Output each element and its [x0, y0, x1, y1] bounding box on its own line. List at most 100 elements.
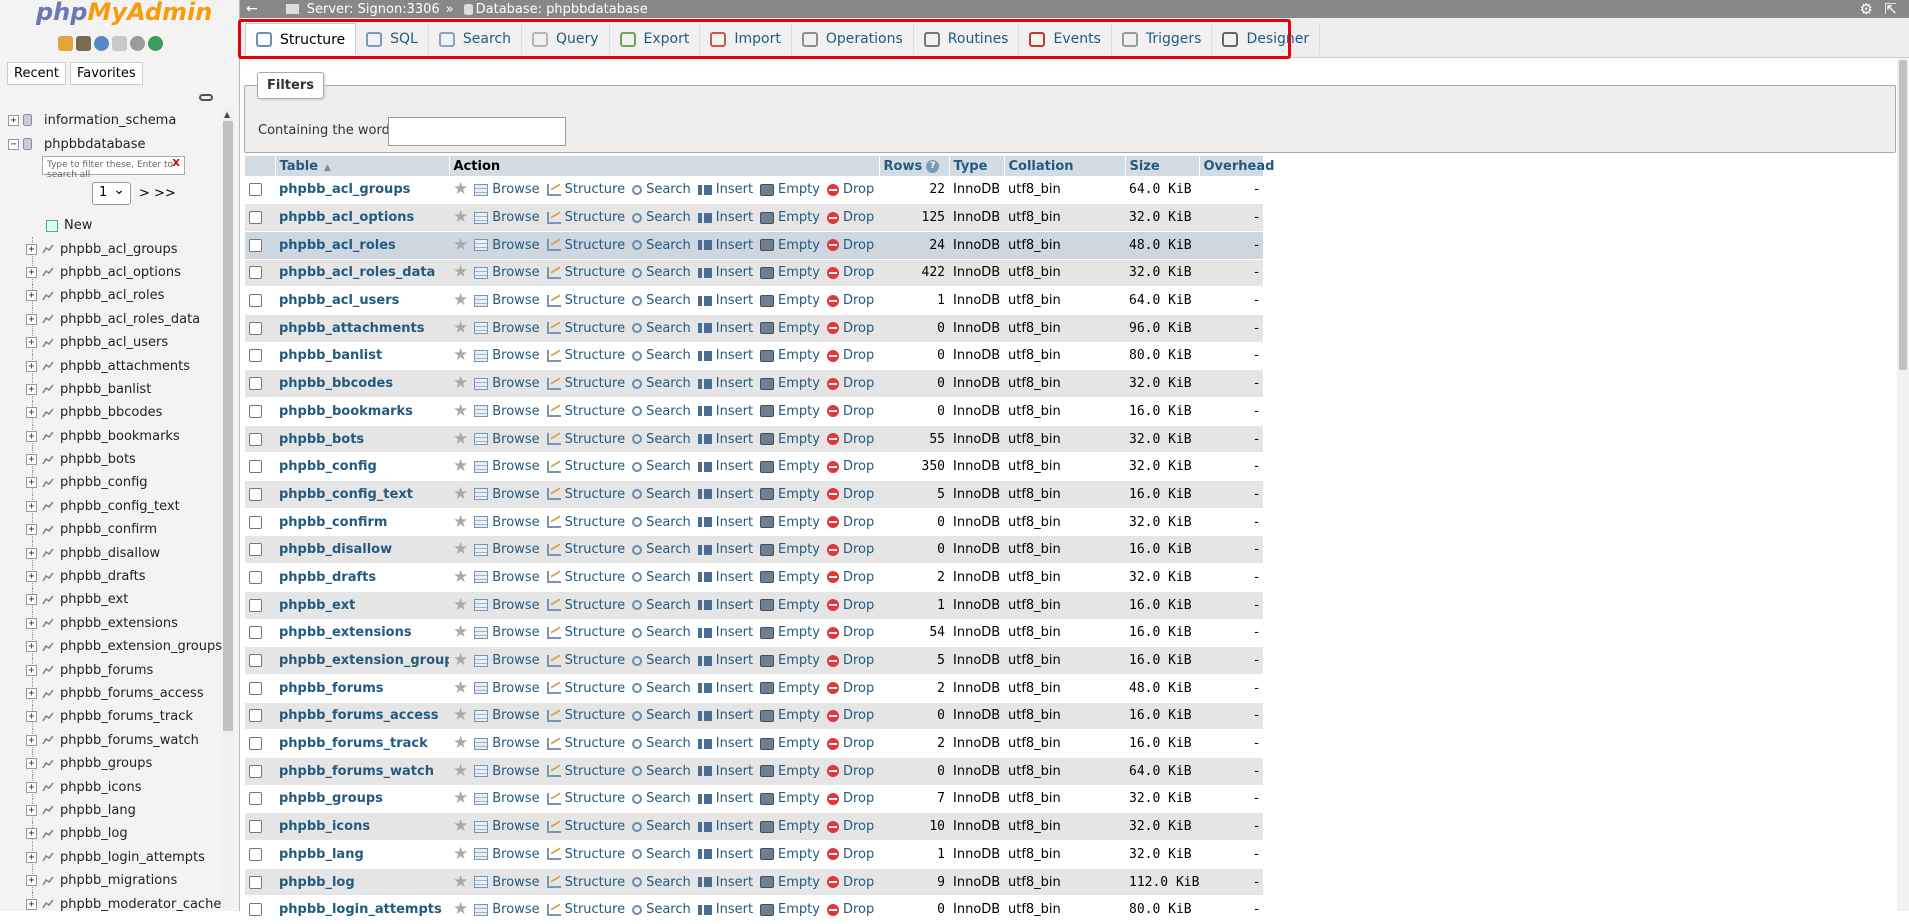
- table-row[interactable]: phpbb_log ★ Browse Structure Search Insert Emp…: [245, 868, 1263, 897]
- table-name-link[interactable]: phpbb_bbcodes: [279, 376, 393, 391]
- empty-link[interactable]: Empty: [760, 404, 820, 419]
- expand-icon[interactable]: +: [26, 828, 37, 840]
- table-size[interactable]: 16.0 KiB: [1129, 736, 1192, 751]
- structure-link[interactable]: Structure: [546, 902, 625, 917]
- nav-table-item[interactable]: + phpbb_ext: [0, 588, 222, 612]
- search-link[interactable]: Search: [632, 376, 691, 391]
- browse-link[interactable]: Browse: [474, 764, 540, 779]
- row-checkbox[interactable]: [249, 875, 262, 889]
- main-scrollbar[interactable]: [1897, 58, 1909, 911]
- tab-search[interactable]: Search: [429, 23, 522, 55]
- search-link[interactable]: Search: [632, 293, 691, 308]
- favorite-star-icon[interactable]: ★: [453, 541, 468, 558]
- expand-icon[interactable]: +: [26, 547, 37, 559]
- favorite-star-icon[interactable]: ★: [453, 568, 468, 586]
- nav-table-item[interactable]: + phpbb_forums_access: [0, 681, 222, 706]
- drop-link[interactable]: Drop: [826, 542, 874, 557]
- table-size[interactable]: 96.0 KiB: [1129, 321, 1192, 336]
- insert-link[interactable]: Insert: [697, 542, 753, 557]
- table-name-link[interactable]: phpbb_acl_roles_data: [279, 265, 435, 280]
- favorite-star-icon[interactable]: ★: [453, 790, 468, 807]
- favorites-button[interactable]: Favorites: [69, 62, 143, 85]
- nav-table-item[interactable]: + phpbb_forums_track: [0, 705, 222, 729]
- tab-routines[interactable]: Routines: [914, 23, 1020, 55]
- expand-icon[interactable]: +: [26, 641, 37, 653]
- empty-link[interactable]: Empty: [760, 542, 820, 557]
- row-checkbox[interactable]: [249, 460, 262, 474]
- favorite-star-icon[interactable]: ★: [453, 596, 468, 614]
- docs-icon[interactable]: [112, 36, 127, 51]
- insert-link[interactable]: Insert: [697, 210, 753, 225]
- nav-table-name[interactable]: phpbb_bbcodes: [60, 405, 162, 420]
- drop-link[interactable]: Drop: [826, 321, 874, 336]
- help-icon[interactable]: [94, 36, 109, 51]
- browse-link[interactable]: Browse: [474, 182, 540, 197]
- table-size[interactable]: 16.0 KiB: [1129, 542, 1192, 557]
- browse-link[interactable]: Browse: [474, 210, 540, 225]
- row-checkbox[interactable]: [249, 792, 262, 806]
- table-row[interactable]: phpbb_icons ★ Browse Structure Search Insert E…: [245, 812, 1263, 841]
- header-size[interactable]: Size: [1125, 156, 1200, 176]
- table-name-link[interactable]: phpbb_acl_options: [279, 210, 414, 225]
- expand-icon[interactable]: +: [26, 500, 37, 512]
- insert-link[interactable]: Insert: [697, 321, 753, 336]
- search-link[interactable]: Search: [632, 764, 691, 779]
- table-size[interactable]: 32.0 KiB: [1129, 459, 1192, 474]
- insert-link[interactable]: Insert: [697, 764, 753, 779]
- structure-link[interactable]: Structure: [546, 459, 625, 474]
- search-link[interactable]: Search: [632, 321, 691, 336]
- row-checkbox[interactable]: [249, 487, 262, 501]
- browse-link[interactable]: Browse: [474, 487, 540, 502]
- favorite-star-icon[interactable]: ★: [453, 181, 468, 198]
- table-size[interactable]: 32.0 KiB: [1129, 515, 1192, 530]
- structure-link[interactable]: Structure: [546, 210, 625, 225]
- expand-icon[interactable]: +: [26, 337, 37, 349]
- empty-link[interactable]: Empty: [760, 791, 820, 806]
- new-table-label[interactable]: New: [64, 218, 92, 233]
- drop-link[interactable]: Drop: [826, 708, 874, 723]
- structure-link[interactable]: Structure: [546, 653, 625, 668]
- table-row[interactable]: phpbb_bookmarks ★ Browse Structure Search Ins…: [245, 397, 1263, 426]
- logout-icon[interactable]: [76, 36, 91, 51]
- empty-link[interactable]: Empty: [760, 708, 820, 723]
- nav-table-item[interactable]: + phpbb_acl_users: [0, 330, 222, 355]
- table-name-link[interactable]: phpbb_ext: [279, 598, 355, 613]
- header-table-label[interactable]: Table: [280, 159, 319, 174]
- reload-icon[interactable]: [148, 36, 163, 51]
- expand-icon[interactable]: +: [26, 664, 37, 676]
- drop-link[interactable]: Drop: [826, 182, 874, 197]
- search-link[interactable]: Search: [632, 238, 691, 253]
- empty-link[interactable]: Empty: [760, 182, 820, 197]
- drop-link[interactable]: Drop: [826, 487, 874, 502]
- structure-link[interactable]: Structure: [546, 708, 625, 723]
- favorite-star-icon[interactable]: ★: [453, 375, 468, 392]
- db-name[interactable]: information_schema: [44, 113, 176, 128]
- browse-link[interactable]: Browse: [474, 791, 540, 806]
- structure-link[interactable]: Structure: [546, 875, 625, 890]
- insert-link[interactable]: Insert: [697, 238, 753, 253]
- nav-table-name[interactable]: phpbb_extensions: [60, 616, 178, 631]
- row-checkbox[interactable]: [249, 764, 262, 778]
- table-row[interactable]: phpbb_bots ★ Browse Structure Search Insert Em…: [245, 425, 1263, 454]
- table-row[interactable]: phpbb_banlist ★ Browse Structure Search Inser…: [245, 342, 1263, 371]
- expand-icon[interactable]: +: [26, 524, 37, 536]
- nav-table-item[interactable]: + phpbb_acl_options: [0, 260, 222, 285]
- structure-link[interactable]: Structure: [546, 182, 625, 197]
- row-checkbox[interactable]: [249, 349, 262, 363]
- table-name-link[interactable]: phpbb_attachments: [279, 321, 424, 336]
- nav-table-item[interactable]: + phpbb_config_text: [0, 494, 222, 519]
- tab-import[interactable]: Import: [700, 23, 792, 55]
- insert-link[interactable]: Insert: [697, 376, 753, 391]
- drop-link[interactable]: Drop: [826, 238, 874, 253]
- insert-link[interactable]: Insert: [697, 487, 753, 502]
- table-size[interactable]: 64.0 KiB: [1129, 182, 1192, 197]
- browse-link[interactable]: Browse: [474, 681, 540, 696]
- table-size[interactable]: 16.0 KiB: [1129, 487, 1192, 502]
- nav-table-item[interactable]: + phpbb_config: [0, 471, 222, 495]
- insert-link[interactable]: Insert: [697, 875, 753, 890]
- search-link[interactable]: Search: [632, 708, 691, 723]
- browse-link[interactable]: Browse: [474, 736, 540, 751]
- table-row[interactable]: phpbb_extensions ★ Browse Structure Search In…: [245, 619, 1263, 648]
- structure-link[interactable]: Structure: [546, 515, 625, 530]
- row-checkbox[interactable]: [249, 377, 262, 391]
